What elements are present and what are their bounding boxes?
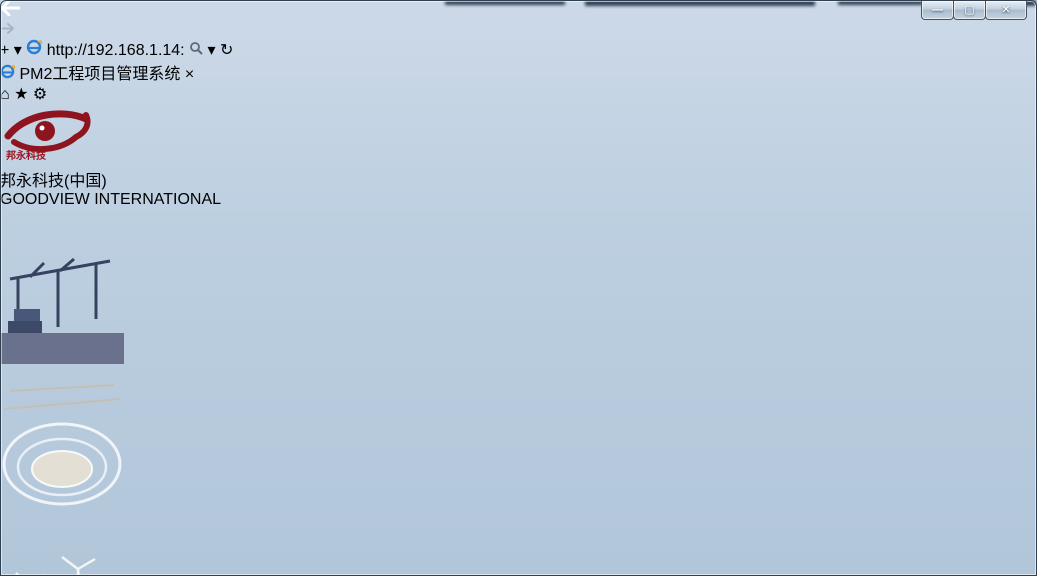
photo-train-station: [0, 369, 1037, 529]
minimize-icon: —: [932, 4, 943, 16]
company-name-en: GOODVIEW INTERNATIONAL: [0, 191, 1037, 209]
ie-favicon-icon: [0, 64, 15, 79]
address-bar[interactable]: + ▾ http://192.168.1.14: ▾ ↻: [0, 39, 1037, 60]
forward-button[interactable]: [0, 21, 1037, 39]
maximize-icon: ▢: [964, 4, 974, 16]
photo-port-cranes: [0, 209, 1037, 369]
photo-wind-turbines: [0, 529, 1037, 576]
search-dropdown-caret-icon[interactable]: ▾: [208, 42, 216, 59]
maximize-button[interactable]: ▢: [953, 1, 986, 20]
close-button[interactable]: ✕: [985, 1, 1027, 20]
arrow-left-icon: [0, 0, 20, 16]
search-icon[interactable]: [189, 41, 203, 55]
settings-gear-icon[interactable]: ⚙: [33, 86, 47, 103]
glass-reflection: [585, 0, 815, 6]
url-text[interactable]: http://192.168.1.14:: [47, 42, 185, 59]
eye-logo-icon: 邦永科技: [0, 104, 94, 162]
minimize-button[interactable]: —: [921, 1, 954, 20]
glass-reflection: [445, 0, 565, 5]
tab-close-icon[interactable]: ×: [185, 66, 194, 83]
company-logo: 邦永科技: [0, 104, 1037, 167]
close-icon: ✕: [1001, 4, 1010, 16]
home-icon[interactable]: ⌂: [0, 86, 10, 103]
tab-title: PM2工程项目管理系统: [19, 66, 180, 83]
refresh-icon[interactable]: ↻: [220, 42, 233, 59]
login-page: 邦永科技 邦永科技(中国) GOODVIEW INTERNATIONAL: [0, 104, 1037, 576]
ie-logo-icon: [26, 39, 42, 55]
company-name-cn: 邦永科技(中国): [0, 167, 1037, 191]
compatibility-view-icon[interactable]: +: [0, 42, 9, 59]
arrow-right-icon: [0, 23, 14, 34]
logo-mark-text: 邦永科技: [6, 149, 47, 162]
ie-browser-window: { "browser": { "url": "http://192.168.1.…: [0, 0, 1037, 576]
favorites-star-icon[interactable]: ★: [14, 86, 28, 103]
compat-dropdown-caret-icon[interactable]: ▾: [14, 42, 22, 59]
tab-pm2-system[interactable]: PM2工程项目管理系统 ×: [0, 60, 1037, 84]
glass-reflection: [838, 0, 923, 5]
